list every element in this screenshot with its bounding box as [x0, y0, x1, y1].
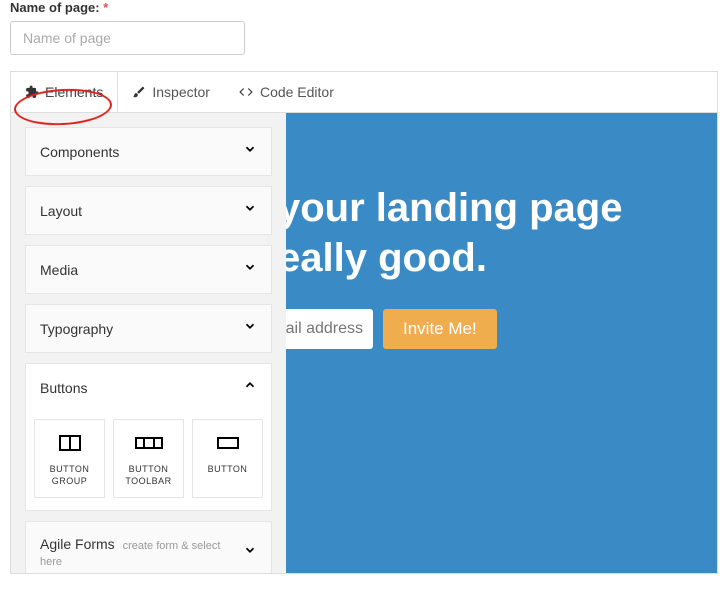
elements-sidebar: Components Layout Media — [11, 113, 286, 573]
workspace: Components Layout Media — [10, 112, 718, 574]
panel-typography-label: Typography — [40, 321, 113, 337]
button-group-icon — [37, 430, 102, 456]
block-button-label: BUTTON — [195, 464, 260, 476]
brush-icon — [132, 85, 146, 99]
tab-elements[interactable]: Elements — [11, 72, 118, 112]
name-of-page-label: Name of page: * — [10, 0, 718, 15]
email-input[interactable] — [286, 309, 373, 349]
panel-components-label: Components — [40, 144, 119, 160]
panel-typography[interactable]: Typography — [25, 304, 272, 353]
field-label-text: Name of page: — [10, 0, 100, 15]
tab-inspector[interactable]: Inspector — [118, 72, 224, 112]
tab-inspector-label: Inspector — [152, 84, 210, 100]
tab-code-editor-label: Code Editor — [260, 84, 334, 100]
agile-forms-text: Agile Forms — [40, 536, 115, 552]
panel-buttons: Buttons BUTTON GROUP BUTTON TOOLBAR — [25, 363, 272, 511]
puzzle-icon — [25, 85, 39, 99]
panel-layout[interactable]: Layout — [25, 186, 272, 235]
panel-media[interactable]: Media — [25, 245, 272, 294]
panel-components[interactable]: Components — [25, 127, 272, 176]
invite-button[interactable]: Invite Me! — [383, 309, 497, 349]
chevron-down-icon — [243, 543, 257, 562]
chevron-down-icon — [243, 142, 257, 161]
chevron-down-icon — [243, 201, 257, 220]
chevron-up-icon — [243, 378, 257, 397]
block-button-toolbar-label: BUTTON TOOLBAR — [116, 464, 181, 487]
code-icon — [238, 85, 254, 99]
panel-agile-forms-label: Agile Forms create form & select here — [40, 536, 243, 568]
chevron-down-icon — [243, 319, 257, 338]
signup-form: Invite Me! — [286, 309, 717, 349]
tab-code-editor[interactable]: Code Editor — [224, 72, 348, 112]
button-toolbar-icon — [116, 430, 181, 456]
button-icon — [195, 430, 260, 456]
required-asterisk: * — [103, 0, 108, 15]
block-button-group-label: BUTTON GROUP — [37, 464, 102, 487]
chevron-down-icon — [243, 260, 257, 279]
hero-headline: your landing page eally good. — [286, 183, 717, 283]
panel-buttons-header[interactable]: Buttons — [26, 364, 271, 411]
panel-buttons-body: BUTTON GROUP BUTTON TOOLBAR BUTTON — [26, 411, 271, 510]
page-canvas[interactable]: your landing page eally good. Invite Me! — [286, 113, 717, 573]
hero-line2: eally good. — [286, 233, 717, 283]
panel-media-label: Media — [40, 262, 78, 278]
block-button-toolbar[interactable]: BUTTON TOOLBAR — [113, 419, 184, 498]
block-button-group[interactable]: BUTTON GROUP — [34, 419, 105, 498]
panel-layout-label: Layout — [40, 203, 82, 219]
name-of-page-input[interactable] — [10, 21, 245, 55]
panel-buttons-label: Buttons — [40, 380, 87, 396]
block-button[interactable]: BUTTON — [192, 419, 263, 498]
panel-agile-forms[interactable]: Agile Forms create form & select here — [25, 521, 272, 573]
editor-tabs: Elements Inspector Code Editor — [10, 71, 718, 112]
hero-line1: your landing page — [286, 183, 717, 233]
tab-elements-label: Elements — [45, 84, 103, 100]
